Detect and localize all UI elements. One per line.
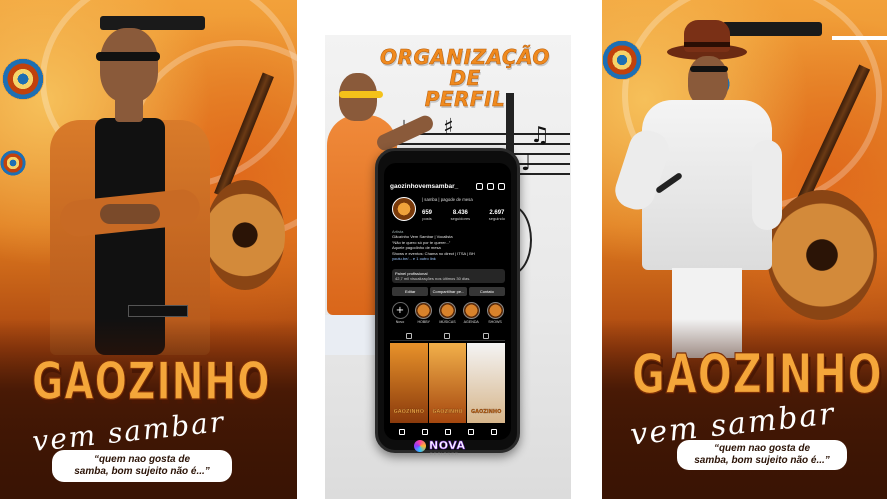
panel-heading-line: ORGANIZAÇÃO DE: [380, 45, 550, 90]
add-post-icon[interactable]: [487, 182, 494, 190]
panel-heading-line: PERFIL: [424, 87, 506, 111]
search-icon[interactable]: [421, 428, 428, 435]
stat-posts[interactable]: 659 posts: [422, 210, 432, 221]
post-thumbnail[interactable]: GAOZINHO: [467, 343, 505, 423]
post-title: GAOZINHO: [432, 409, 463, 415]
highlight-label: HOBBY: [417, 320, 431, 324]
home-icon[interactable]: [398, 428, 405, 435]
highlight-label: AGENDA: [463, 320, 479, 324]
brand-logo-icon: [414, 439, 426, 452]
stat-label: posts: [422, 216, 432, 221]
profile-actions: Editar Compartilhar pe... Contato: [392, 287, 505, 296]
highlight-cover: [415, 302, 433, 319]
stat-followers[interactable]: 8.436 seguidores: [451, 210, 471, 221]
plus-icon: +: [391, 302, 409, 319]
profile-stats: 659 posts 8.436 seguidores 2.697 seguind…: [422, 210, 505, 221]
add-icon[interactable]: [444, 428, 451, 435]
share-profile-button[interactable]: Compartilhar pe...: [430, 287, 467, 296]
poster-title: GAOZINHO: [632, 343, 883, 407]
post-title: GAOZINHO: [393, 409, 425, 415]
quote-line: “quem nao gosta de: [713, 443, 811, 454]
profile-category: | samba | pagode de mesa: [422, 197, 473, 202]
post-grid: GAOZINHO GAOZINHO GAOZINHO: [390, 343, 505, 423]
threads-icon[interactable]: [476, 182, 483, 190]
stat-label: seguidores: [450, 216, 471, 221]
profile-avatar[interactable]: [392, 197, 416, 221]
highlight-label: SHOWS: [488, 320, 502, 324]
right-poster: GAOZINHO vem sambar “quem nao gosta de s…: [602, 0, 887, 499]
grid-tab-icon[interactable]: [406, 333, 413, 339]
poster-title: GAOZINHO: [32, 351, 271, 412]
circle-target-decoration: [0, 150, 26, 176]
quote-line: samba, bom sujeito não é...”: [694, 454, 830, 466]
professional-dashboard[interactable]: Painel profissional 42,7 mil visualizaçõ…: [392, 269, 505, 283]
instagram-header: gaozinhovemsambar_: [390, 181, 505, 191]
circle-target-decoration: [2, 58, 44, 100]
quote-line: samba, bom sujeito não é...”: [74, 465, 210, 477]
highlight-label: MÚSICAS: [439, 320, 456, 324]
highlight-item[interactable]: HOBBY: [414, 302, 434, 324]
ribbon-decoration: [100, 16, 205, 30]
phone-mockup: gaozinhovemsambar_ | samba | pagode de m…: [375, 148, 520, 453]
bio-link[interactable]: youtu.be/... e 1 outro link: [392, 256, 505, 261]
tagged-tab-icon[interactable]: [482, 333, 489, 339]
edit-profile-button[interactable]: Editar: [392, 287, 429, 296]
post-thumbnail[interactable]: GAOZINHO: [390, 343, 428, 423]
stat-label: seguindo: [488, 216, 505, 221]
brand-logo: NOVA DESIGNER: [414, 439, 466, 456]
highlight-new[interactable]: + Novo: [390, 302, 410, 324]
ribbon-decoration: [832, 36, 887, 40]
ribbon-decoration: [722, 22, 822, 36]
highlight-cover: [462, 302, 480, 319]
highlight-label: Novo: [395, 320, 405, 324]
instagram-profile-screen: gaozinhovemsambar_ | samba | pagode de m…: [384, 163, 511, 440]
post-title: GAOZINHO: [470, 409, 502, 415]
profile-tabs: [390, 332, 505, 341]
quote-box: “quem nao gosta de samba, bom sujeito nã…: [52, 450, 232, 482]
instagram-username[interactable]: gaozinhovemsambar_: [390, 183, 458, 190]
left-poster: GAOZINHO vem sambar “quem nao gosta de s…: [0, 0, 297, 499]
panel-heading: ORGANIZAÇÃO DE PERFIL: [365, 45, 565, 111]
profile-bio: Artista Gãozinho Vem Sambar | Vocalista …: [392, 229, 505, 261]
story-highlights: + Novo HOBBY MÚSICAS AGENDA SHOWS: [390, 302, 505, 324]
music-note-icon: ♫: [530, 123, 550, 148]
quote-box: “quem nao gosta de samba, bom sujeito nã…: [677, 440, 847, 470]
dashboard-text: 42,7 mil visualizações nos últimos 30 di…: [395, 276, 471, 282]
highlight-item[interactable]: SHOWS: [485, 302, 505, 324]
quote-line: “quem nao gosta de: [93, 454, 191, 465]
music-note-icon: ♩: [521, 151, 532, 176]
profile-icon[interactable]: [490, 428, 497, 435]
highlight-item[interactable]: AGENDA: [461, 302, 481, 324]
music-note-icon: ♯: [443, 115, 454, 140]
contact-button[interactable]: Contato: [468, 287, 505, 296]
highlight-item[interactable]: MÚSICAS: [438, 302, 458, 324]
reels-icon[interactable]: [467, 428, 474, 435]
menu-icon[interactable]: [498, 182, 505, 190]
highlight-cover: [486, 302, 504, 319]
stat-following[interactable]: 2.697 seguindo: [489, 210, 505, 221]
bottom-nav: [390, 427, 505, 436]
circle-target-decoration: [602, 40, 642, 80]
brand-sub: DESIGNER: [430, 451, 459, 456]
post-thumbnail[interactable]: GAOZINHO: [428, 343, 467, 423]
reels-tab-icon[interactable]: [444, 333, 451, 339]
highlight-cover: [439, 302, 456, 319]
